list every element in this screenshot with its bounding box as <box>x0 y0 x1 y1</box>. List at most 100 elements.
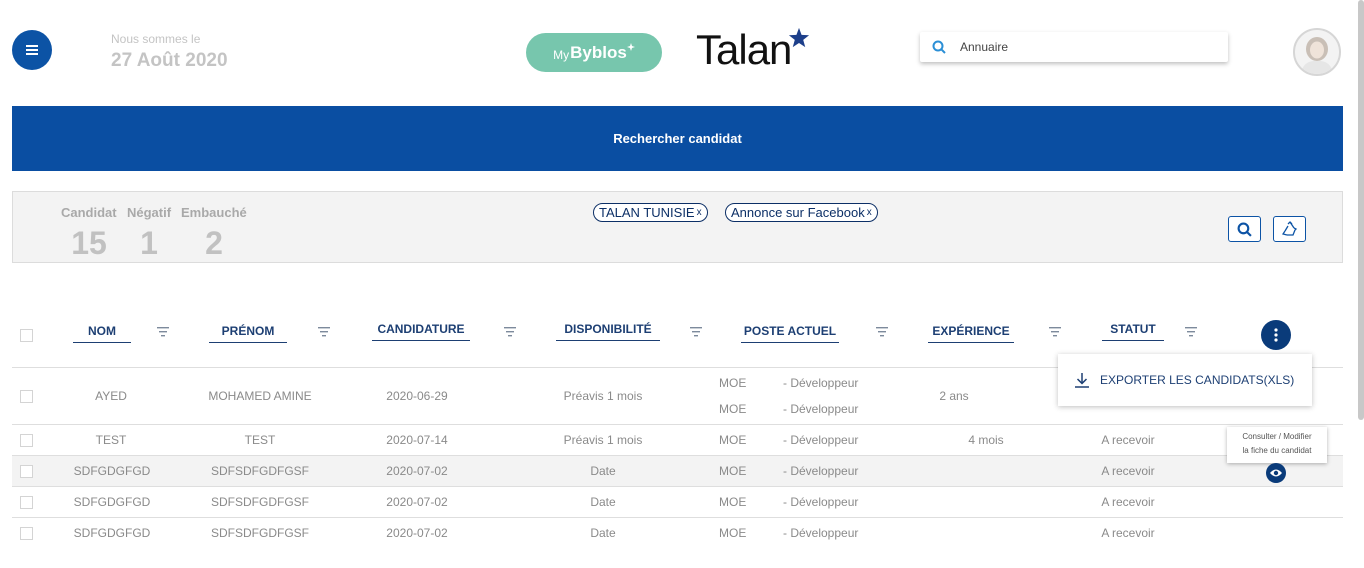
cell-candidature: 2020-07-02 <box>386 526 448 540</box>
stat-embauche-value: 2 <box>205 225 223 261</box>
view-candidate-button[interactable] <box>1266 463 1286 483</box>
remove-filter-icon[interactable]: x <box>697 207 702 218</box>
cell-experience: 2 ans <box>939 389 969 403</box>
cell-nom: AYED <box>95 389 127 403</box>
row-checkbox[interactable] <box>20 465 33 478</box>
mybyblos-prefix: My <box>553 48 570 62</box>
menu-button[interactable] <box>12 30 52 70</box>
filter-icon[interactable] <box>504 327 516 337</box>
cell-disponibilite: Date <box>590 495 616 509</box>
cell-prenom: SDFSDFGDFGSF <box>211 464 309 478</box>
cell-poste-code: MOE <box>719 464 747 478</box>
col-header-disponibilite[interactable]: DISPONIBILITÉ <box>556 322 660 341</box>
cell-poste-code: MOE <box>719 433 747 447</box>
search-icon <box>1237 222 1252 237</box>
remove-filter-icon[interactable]: x <box>867 207 872 218</box>
cell-candidature: 2020-06-29 <box>386 389 448 403</box>
cell-statut: A recevoir <box>1101 526 1155 540</box>
cell-disponibilite: Préavis 1 mois <box>563 389 643 403</box>
view-candidate-tooltip: Consulter / Modifier la fiche du candida… <box>1227 427 1327 463</box>
col-header-poste-actuel[interactable]: POSTE ACTUEL <box>741 324 839 343</box>
more-options-button[interactable] <box>1261 320 1291 350</box>
eye-icon <box>1270 469 1282 477</box>
stat-negatif-value: 1 <box>140 225 158 261</box>
cell-statut: A recevoir <box>1101 464 1155 478</box>
cell-candidature: 2020-07-02 <box>386 495 448 509</box>
search-candidate-banner: Rechercher candidat <box>12 106 1343 171</box>
date-prefix: Nous sommes le <box>111 32 201 46</box>
mybyblos-button[interactable]: My Byblos <box>526 33 662 72</box>
row-checkbox[interactable] <box>20 527 33 540</box>
select-all-checkbox[interactable] <box>20 329 33 342</box>
row-divider <box>12 517 1343 518</box>
filter-chip-talan-tunisie[interactable]: TALAN TUNISIE x <box>593 203 708 222</box>
cell-poste-role: - Développeur <box>783 464 859 478</box>
cell-poste-role: - Développeur <box>783 433 859 447</box>
col-header-prenom[interactable]: PRÉNOM <box>209 324 287 343</box>
filter-icon[interactable] <box>690 327 702 337</box>
stats-panel: Candidat 15 Négatif 1 Embauché 2 TALAN T… <box>12 191 1343 263</box>
cell-prenom: SDFSDFGDFGSF <box>211 526 309 540</box>
cell-prenom: SDFSDFGDFGSF <box>211 495 309 509</box>
reset-filters-button[interactable] <box>1273 216 1306 242</box>
sparkle-icon <box>626 42 635 51</box>
cell-poste-role: - Développeur <box>783 526 859 540</box>
page-scrollbar[interactable] <box>1358 0 1364 420</box>
cell-poste-code: MOE <box>719 402 747 416</box>
col-header-experience[interactable]: EXPÉRIENCE <box>928 324 1014 343</box>
export-label: EXPORTER LES CANDIDATS(XLS) <box>1100 373 1295 387</box>
search-box[interactable] <box>920 32 1228 62</box>
stat-candidat-label: Candidat <box>61 205 117 220</box>
col-header-candidature[interactable]: CANDIDATURE <box>372 322 470 341</box>
tooltip-line: la fiche du candidat <box>1242 446 1312 455</box>
cell-statut: A recevoir <box>1101 495 1155 509</box>
export-candidates-menu-item[interactable]: EXPORTER LES CANDIDATS(XLS) <box>1058 354 1312 406</box>
cell-disponibilite: Date <box>590 526 616 540</box>
filter-icon[interactable] <box>157 327 169 337</box>
row-checkbox[interactable] <box>20 390 33 403</box>
cell-prenom: TEST <box>244 433 276 447</box>
annuaire-search-input[interactable] <box>958 39 1212 55</box>
cell-poste-role: - Développeur <box>783 495 859 509</box>
banner-title: Rechercher candidat <box>613 131 742 146</box>
cell-poste-code: MOE <box>719 376 747 390</box>
cell-disponibilite: Préavis 1 mois <box>563 433 643 447</box>
stat-embauche-label: Embauché <box>181 205 247 220</box>
filter-icon[interactable] <box>1185 327 1197 337</box>
row-checkbox[interactable] <box>20 496 33 509</box>
cell-poste-code: MOE <box>719 495 747 509</box>
row-checkbox[interactable] <box>20 434 33 447</box>
cell-poste-role: - Développeur <box>783 376 859 390</box>
col-header-nom[interactable]: NOM <box>73 324 131 343</box>
avatar[interactable] <box>1293 28 1341 76</box>
cell-disponibilite: Date <box>590 464 616 478</box>
user-avatar-icon <box>1295 30 1339 74</box>
filter-chip-label: Annonce sur Facebook <box>731 205 865 220</box>
cell-statut: A recevoir <box>1101 433 1155 447</box>
cell-nom: TEST <box>95 433 127 447</box>
download-icon <box>1075 373 1089 388</box>
stat-candidat-value: 15 <box>71 225 107 261</box>
recycle-icon <box>1281 221 1297 236</box>
cell-nom: SDFGDGFGD <box>73 464 151 478</box>
search-button[interactable] <box>1228 216 1261 242</box>
filter-icon[interactable] <box>1049 327 1061 337</box>
row-divider <box>12 486 1343 487</box>
talan-logo: Talan <box>696 26 792 73</box>
cell-candidature: 2020-07-14 <box>386 433 448 447</box>
tooltip-line: Consulter / Modifier <box>1242 432 1312 441</box>
cell-poste-role: - Développeur <box>783 402 859 416</box>
stat-negatif-label: Négatif <box>127 205 172 220</box>
cell-nom: SDFGDGFGD <box>73 526 151 540</box>
current-date: 27 Août 2020 <box>111 50 228 71</box>
search-icon <box>932 40 946 54</box>
filter-icon[interactable] <box>318 327 330 337</box>
star-icon <box>788 27 810 48</box>
more-vertical-icon <box>1274 328 1278 342</box>
filter-icon[interactable] <box>876 327 888 337</box>
col-header-statut[interactable]: STATUT <box>1102 322 1164 341</box>
filter-chip-annonce-facebook[interactable]: Annonce sur Facebook x <box>725 203 878 222</box>
cell-prenom: MOHAMED AMINE <box>208 389 312 403</box>
cell-experience: 4 mois <box>968 433 1004 447</box>
cell-nom: SDFGDGFGD <box>73 495 151 509</box>
